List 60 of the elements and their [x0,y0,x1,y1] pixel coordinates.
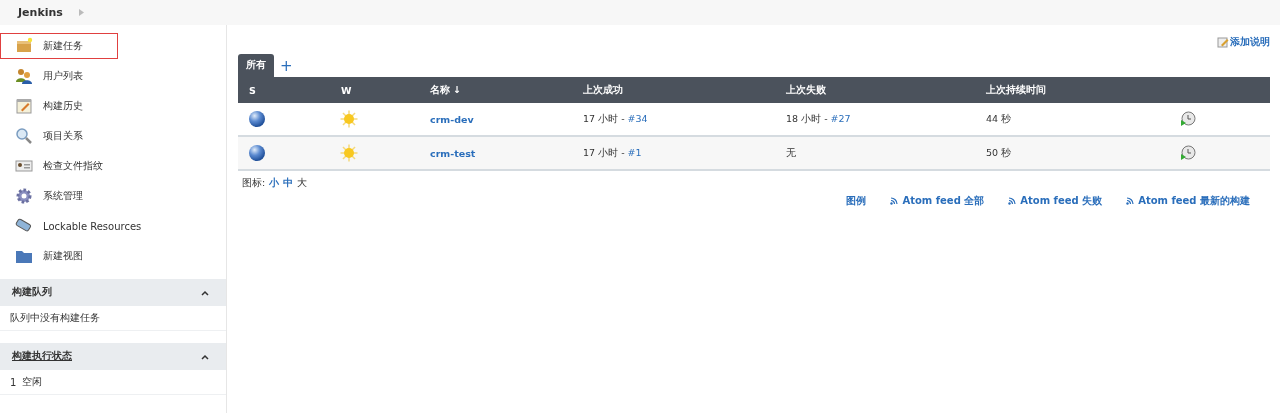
add-description-link[interactable]: 添加说明 [1217,35,1270,49]
column-header[interactable]: W [330,84,352,96]
box-icon [15,37,33,55]
sidebar-item[interactable]: 系统管理 [0,183,226,209]
build-link[interactable]: #1 [627,146,642,158]
add-tab-link[interactable]: + [280,57,293,77]
icon-size-link[interactable]: 中 [283,177,294,190]
sidebar-item[interactable]: 新建任务 [0,33,118,59]
legend-link[interactable]: 图例 [846,194,867,208]
sun-icon [340,144,358,162]
collapse-icon[interactable] [200,352,210,361]
panel-title: 构建队列 [12,286,52,299]
build-time: 18 小时 - [786,112,829,124]
executor-number: 1 [10,376,17,388]
feed-icon [890,197,899,205]
search-icon [15,127,33,145]
column-header[interactable]: 上次持续时间 [975,83,1046,97]
users-icon [15,67,33,85]
column-header[interactable]: 名称 ↓ [419,83,462,97]
table-cell-text: 50 秒 [985,146,1012,160]
build-time: 无 [786,146,796,158]
icon-size-label: 图标: [242,177,266,190]
executor-status: 空闲 [22,375,43,389]
status-ball-icon [248,144,266,162]
edit-icon [1217,36,1229,48]
job-name-link[interactable]: crm-test [419,147,476,159]
feed-link[interactable]: Atom feed 失败 [1008,194,1103,208]
build-time: 17 小时 - [583,112,626,124]
job-name-link[interactable]: crm-dev [419,113,474,125]
sidebar-item[interactable]: 构建历史 [0,93,226,119]
schedule-build-icon[interactable] [1180,111,1196,127]
sidebar-item[interactable]: 用户列表 [0,63,226,89]
build-link[interactable]: #34 [627,112,648,124]
panel-title[interactable]: 构建执行状态 [12,350,72,363]
column-header[interactable]: S [238,84,256,96]
gear-icon [15,187,33,205]
notepad-icon [15,97,33,115]
schedule-build-icon[interactable] [1180,145,1196,161]
sidebar-item[interactable]: 项目关系 [0,123,226,149]
sun-icon [340,110,358,128]
column-header[interactable]: 上次成功 [572,83,623,97]
breadcrumb-link[interactable]: Jenkins [18,6,63,19]
view-tab[interactable]: 所有 [238,54,274,77]
table-cell-text: 44 秒 [985,112,1012,126]
feed-icon [1126,197,1135,205]
icon-size-link[interactable]: 大 [297,177,308,190]
build-link[interactable]: #27 [830,112,851,124]
column-header[interactable]: 上次失败 [775,83,826,97]
feed-link[interactable]: Atom feed 全部 [890,194,985,208]
sidebar-item[interactable]: 新建视图 [0,243,226,269]
build-time: 17 小时 - [583,146,626,158]
icon-size-link[interactable]: 小 [269,177,280,190]
feed-link[interactable]: Atom feed 最新的构建 [1126,194,1250,208]
queue-message: 队列中没有构建任务 [10,311,100,325]
sidebar-item[interactable]: 检查文件指纹 [0,153,226,179]
feed-icon [1008,197,1017,205]
collapse-icon[interactable] [200,288,210,297]
sidebar-item[interactable]: Lockable Resources [0,213,226,239]
id-card-icon [15,157,33,175]
status-ball-icon [248,110,266,128]
